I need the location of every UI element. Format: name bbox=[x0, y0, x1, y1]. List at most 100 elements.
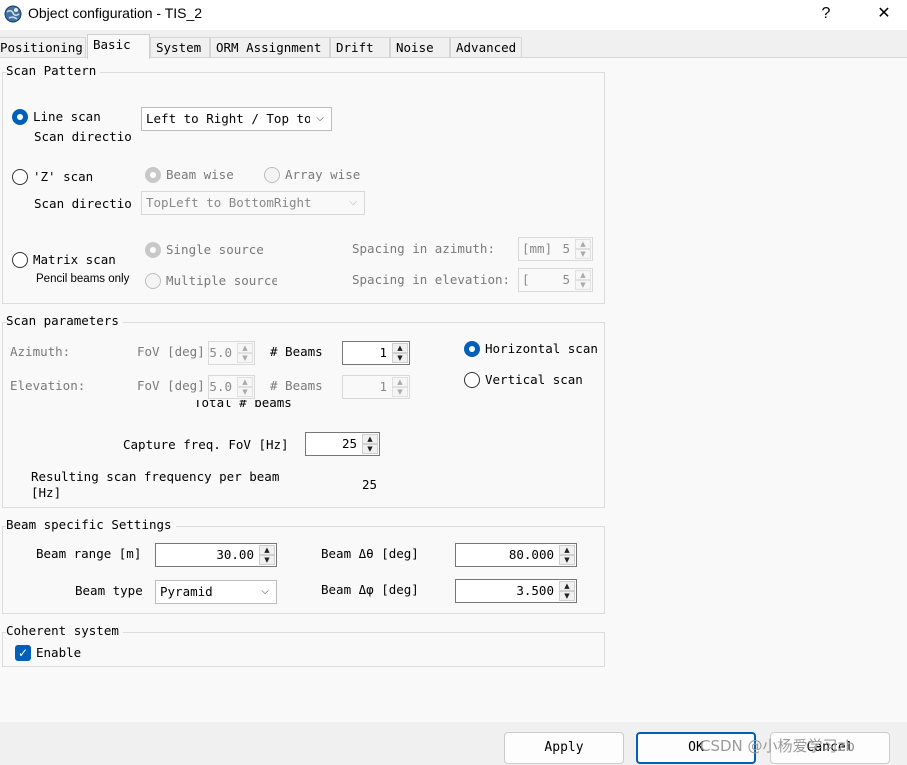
window-title: Object configuration - TIS_2 bbox=[28, 5, 203, 21]
z-scan-direction-label: Scan directio bbox=[34, 196, 132, 211]
azimuth-label: Azimuth: bbox=[10, 344, 71, 359]
elevation-fov-stepper[interactable]: 5.0 ▲ ▼ bbox=[208, 375, 255, 399]
increment-icon[interactable]: ▲ bbox=[259, 545, 275, 555]
tab-noise[interactable]: Noise bbox=[390, 37, 450, 58]
spacing-azimuth-value: 5 bbox=[562, 241, 570, 256]
increment-icon[interactable]: ▲ bbox=[575, 239, 591, 249]
single-source-radio[interactable] bbox=[145, 242, 161, 258]
resulting-freq-label: Resulting scan frequency per beam [Hz] bbox=[31, 469, 280, 500]
vertical-scan-radio[interactable] bbox=[464, 372, 480, 388]
beam-range-label: Beam range [m] bbox=[36, 546, 142, 561]
beam-range-value: 30.00 bbox=[216, 547, 254, 562]
title-bar: Object configuration - TIS_2 ? ✕ bbox=[0, 0, 907, 30]
decrement-icon[interactable]: ▼ bbox=[237, 387, 253, 397]
decrement-icon[interactable]: ▼ bbox=[259, 555, 275, 565]
z-scan-radio[interactable] bbox=[12, 169, 28, 185]
decrement-icon[interactable]: ▼ bbox=[392, 387, 408, 397]
line-scan-direction-select[interactable]: Left to Right / Top to ⌵ bbox=[141, 107, 332, 131]
spacing-azimuth-stepper[interactable]: [mm] 5 ▲ ▼ bbox=[518, 237, 593, 261]
coherent-system-group-label: Coherent system bbox=[6, 623, 123, 638]
decrement-icon[interactable]: ▼ bbox=[575, 280, 591, 290]
line-scan-radio[interactable] bbox=[12, 109, 28, 125]
resulting-freq-value: 25 bbox=[362, 477, 378, 492]
delta-theta-value: 80.000 bbox=[508, 547, 554, 562]
beam-type-select[interactable]: Pyramid ⌵ bbox=[155, 580, 277, 604]
increment-icon[interactable]: ▲ bbox=[362, 434, 378, 444]
enable-label: Enable bbox=[36, 645, 82, 660]
azimuth-beams-stepper[interactable]: 1 ▲ ▼ bbox=[342, 341, 410, 365]
elevation-beams-label: # Beams bbox=[270, 378, 323, 393]
enable-checkbox[interactable]: ✓ bbox=[15, 645, 31, 661]
spacing-elevation-label: Spacing in elevation: bbox=[352, 272, 511, 287]
increment-icon[interactable]: ▲ bbox=[237, 343, 253, 353]
decrement-icon[interactable]: ▼ bbox=[559, 591, 575, 601]
beam-type-label: Beam type bbox=[75, 583, 143, 598]
vertical-scan-label: Vertical scan bbox=[485, 372, 583, 387]
azimuth-beams-label: # Beams bbox=[270, 344, 323, 359]
tab-advanced[interactable]: Advanced bbox=[450, 37, 522, 58]
increment-icon[interactable]: ▲ bbox=[392, 377, 408, 387]
tab-bar: Positioning Basic System ORM Assignment … bbox=[0, 34, 907, 59]
decrement-icon[interactable]: ▼ bbox=[559, 555, 575, 565]
increment-icon[interactable]: ▲ bbox=[237, 377, 253, 387]
total-beams-row: Total # beams 1 bbox=[190, 400, 370, 412]
azimuth-beams-value: 1 bbox=[379, 345, 387, 360]
matrix-scan-radio[interactable] bbox=[12, 252, 28, 268]
spacing-elevation-stepper[interactable]: [ 5 ▲ ▼ bbox=[518, 268, 593, 292]
spacing-elevation-value: 5 bbox=[562, 272, 570, 287]
chevron-down-icon: ⌵ bbox=[346, 192, 360, 214]
elevation-beams-stepper[interactable]: 1 ▲ ▼ bbox=[342, 375, 410, 399]
elevation-fov-label: FoV [deg] bbox=[137, 378, 205, 393]
delta-phi-label: Beam Δφ [deg] bbox=[321, 582, 419, 597]
spacing-elevation-unit: [ bbox=[522, 272, 530, 287]
total-beams-label: Total # beams bbox=[194, 400, 292, 410]
tab-basic[interactable]: Basic bbox=[87, 34, 150, 59]
capture-freq-value: 25 bbox=[341, 436, 357, 451]
azimuth-fov-stepper[interactable]: 5.0 ▲ ▼ bbox=[208, 341, 255, 365]
spacing-azimuth-unit: [mm] bbox=[522, 241, 553, 256]
decrement-icon[interactable]: ▼ bbox=[575, 249, 591, 259]
delta-theta-label: Beam Δθ [deg] bbox=[321, 546, 419, 561]
capture-freq-label: Capture freq. FoV [Hz] bbox=[123, 437, 289, 452]
z-scan-direction-value: TopLeft to BottomRight bbox=[146, 195, 312, 210]
capture-freq-stepper[interactable]: 25 ▲ ▼ bbox=[305, 432, 380, 456]
beam-type-value: Pyramid bbox=[160, 584, 213, 599]
increment-icon[interactable]: ▲ bbox=[559, 581, 575, 591]
array-wise-radio[interactable] bbox=[264, 167, 280, 183]
help-button[interactable]: ? bbox=[803, 0, 849, 30]
spacing-azimuth-label: Spacing in azimuth: bbox=[352, 241, 495, 256]
tab-orm-assignment[interactable]: ORM Assignment bbox=[210, 37, 330, 58]
delta-phi-value: 3.500 bbox=[516, 583, 554, 598]
pencil-beams-note: Pencil beams only bbox=[36, 273, 130, 285]
delta-theta-stepper[interactable]: 80.000 ▲ ▼ bbox=[455, 543, 577, 567]
decrement-icon[interactable]: ▼ bbox=[237, 353, 253, 363]
azimuth-fov-label: FoV [deg] bbox=[137, 344, 205, 359]
tab-drift[interactable]: Drift bbox=[330, 37, 390, 58]
checkmark-icon: ✓ bbox=[17, 646, 29, 660]
elevation-beams-value: 1 bbox=[379, 379, 387, 394]
beam-range-stepper[interactable]: 30.00 ▲ ▼ bbox=[155, 543, 277, 567]
increment-icon[interactable]: ▲ bbox=[575, 270, 591, 280]
beam-wise-radio[interactable] bbox=[145, 167, 161, 183]
horizontal-scan-radio[interactable] bbox=[464, 341, 480, 357]
globe-icon bbox=[4, 5, 22, 23]
decrement-icon[interactable]: ▼ bbox=[392, 353, 408, 363]
increment-icon[interactable]: ▲ bbox=[559, 545, 575, 555]
increment-icon[interactable]: ▲ bbox=[392, 343, 408, 353]
array-wise-label: Array wise bbox=[285, 167, 361, 182]
line-scan-direction-label: Scan directio bbox=[34, 129, 132, 144]
beam-settings-group-label: Beam specific Settings bbox=[6, 517, 176, 532]
elevation-label: Elevation: bbox=[10, 378, 86, 393]
z-scan-direction-select[interactable]: TopLeft to BottomRight ⌵ bbox=[141, 191, 365, 215]
horizontal-scan-label: Horizontal scan bbox=[485, 341, 598, 356]
tab-positioning[interactable]: Positioning bbox=[0, 37, 86, 58]
tab-system[interactable]: System bbox=[150, 37, 210, 58]
scan-parameters-group-label: Scan parameters bbox=[6, 313, 123, 328]
delta-phi-stepper[interactable]: 3.500 ▲ ▼ bbox=[455, 579, 577, 603]
multiple-source-radio[interactable] bbox=[145, 273, 161, 289]
decrement-icon[interactable]: ▼ bbox=[362, 444, 378, 454]
z-scan-label: 'Z' scan bbox=[33, 169, 94, 184]
apply-button[interactable]: Apply bbox=[504, 732, 624, 764]
close-button[interactable]: ✕ bbox=[861, 0, 907, 30]
elevation-fov-value: 5.0 bbox=[209, 379, 232, 394]
